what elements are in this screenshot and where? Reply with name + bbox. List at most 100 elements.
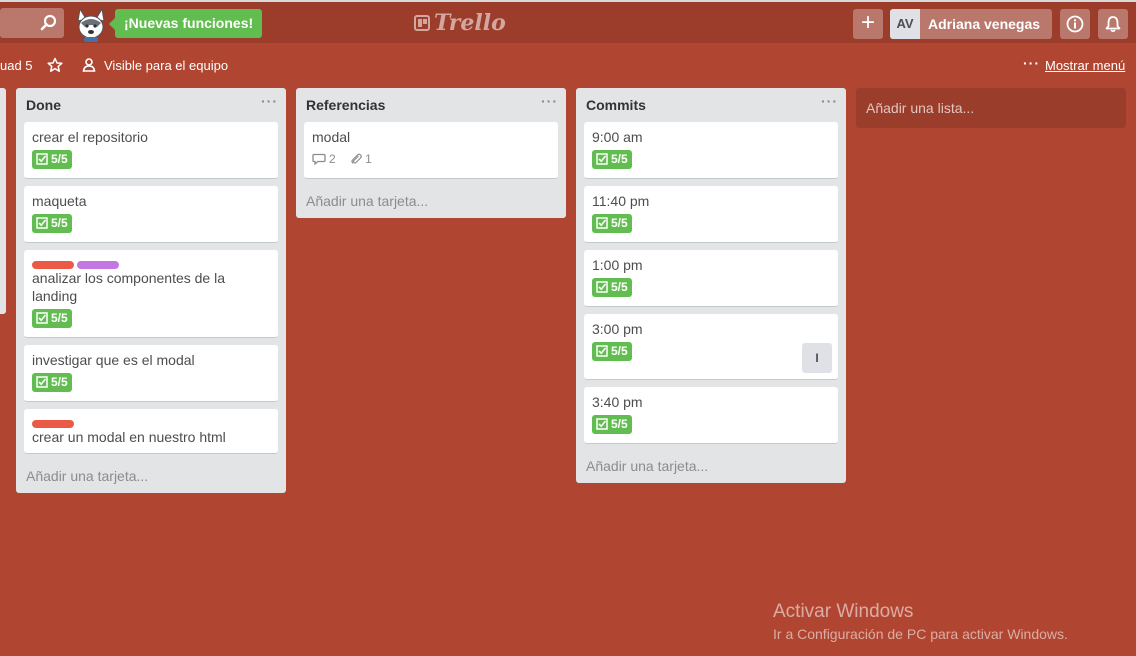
- star-icon[interactable]: [47, 57, 63, 73]
- visibility-label[interactable]: Visible para el equipo: [104, 58, 228, 73]
- checklist-badge: 5/5: [592, 278, 632, 297]
- card-labels: [32, 256, 270, 269]
- card-badges: 5/5: [32, 309, 270, 329]
- partial-list: [0, 88, 6, 314]
- card-badges: 5/5: [592, 214, 830, 234]
- add-card-button[interactable]: Añadir una tarjeta...: [584, 451, 838, 475]
- card-badges: 2 1: [312, 150, 550, 170]
- card-title: crear el repositorio: [32, 129, 148, 145]
- list-done: Done ··· crear el repositorio 5/5 maquet…: [16, 88, 286, 493]
- checklist-badge: 5/5: [592, 214, 632, 233]
- search-input[interactable]: [0, 8, 64, 38]
- bell-icon: [1105, 16, 1121, 33]
- info-icon: [1066, 15, 1084, 33]
- list-header: Done ···: [24, 88, 278, 122]
- husky-mascot-icon[interactable]: [72, 5, 110, 43]
- card-title: 3:40 pm: [592, 394, 643, 410]
- card[interactable]: 3:40 pm 5/5: [584, 387, 838, 444]
- add-button[interactable]: +: [853, 9, 883, 39]
- card[interactable]: 9:00 am 5/5: [584, 122, 838, 179]
- trello-logo-icon: [414, 15, 430, 31]
- card-badges: 5/5: [592, 278, 830, 298]
- card[interactable]: crear un modal en nuestro html: [24, 409, 278, 454]
- plus-icon: +: [860, 9, 875, 36]
- checklist-badge: 5/5: [32, 373, 72, 392]
- comments-count: 2: [329, 152, 336, 166]
- card[interactable]: crear el repositorio 5/5: [24, 122, 278, 179]
- list-commits: Commits ··· 9:00 am 5/5 11:40 pm 5/5 1:0…: [576, 88, 846, 483]
- checklist-badge: 5/5: [32, 214, 72, 233]
- board-header: uad 5 Visible para el equipo ··· Mostrar…: [0, 55, 1136, 77]
- card-title: 3:00 pm: [592, 321, 643, 337]
- checklist-icon: [36, 376, 48, 388]
- windows-activation-watermark: Activar Windows Ir a Configuración de PC…: [773, 600, 1068, 644]
- checklist-count: 5/5: [51, 216, 68, 230]
- card[interactable]: maqueta 5/5: [24, 186, 278, 243]
- attachments-count: 1: [365, 152, 372, 166]
- card-title: 1:00 pm: [592, 257, 643, 273]
- add-card-button[interactable]: Añadir una tarjeta...: [304, 186, 558, 210]
- card-labels: [32, 415, 270, 428]
- list-header: Referencias ···: [304, 88, 558, 122]
- card[interactable]: 3:00 pm 5/5 I: [584, 314, 838, 380]
- checklist-count: 5/5: [51, 152, 68, 166]
- checklist-count: 5/5: [611, 280, 628, 294]
- label-purple[interactable]: [77, 261, 119, 269]
- checklist-icon: [36, 153, 48, 165]
- card[interactable]: 1:00 pm 5/5: [584, 250, 838, 307]
- add-card-button[interactable]: Añadir una tarjeta...: [24, 461, 278, 485]
- checklist-icon: [596, 418, 608, 430]
- show-menu-link[interactable]: Mostrar menú: [1045, 58, 1125, 73]
- card-title: maqueta: [32, 193, 87, 209]
- label-red[interactable]: [32, 261, 74, 269]
- checklist-count: 5/5: [51, 375, 68, 389]
- card[interactable]: analizar los componentes de la landing 5…: [24, 250, 278, 338]
- search-icon[interactable]: [40, 14, 58, 32]
- checklist-badge: 5/5: [592, 150, 632, 169]
- card-badges: 5/5: [592, 342, 830, 362]
- card[interactable]: modal 2 1: [304, 122, 558, 179]
- list-header: Commits ···: [584, 88, 838, 122]
- checklist-badge: 5/5: [592, 415, 632, 434]
- label-red[interactable]: [32, 420, 74, 428]
- list-title[interactable]: Commits: [586, 97, 646, 113]
- card[interactable]: investigar que es el modal 5/5: [24, 345, 278, 402]
- team-visibility-icon[interactable]: [82, 57, 96, 73]
- card-badges: 5/5: [32, 150, 270, 170]
- list-menu-icon[interactable]: ···: [821, 93, 838, 109]
- card-badges: 5/5: [32, 214, 270, 234]
- card-title: 9:00 am: [592, 129, 643, 145]
- card-title: 11:40 pm: [592, 193, 650, 209]
- list-menu-icon[interactable]: ···: [541, 93, 558, 109]
- watermark-title: Activar Windows: [773, 601, 914, 622]
- top-header: ¡Nuevas funciones! Trello + AV Adriana v…: [0, 0, 1136, 43]
- checklist-count: 5/5: [611, 344, 628, 358]
- more-icon[interactable]: ···: [1023, 55, 1040, 71]
- new-features-button[interactable]: ¡Nuevas funciones!: [108, 9, 263, 38]
- user-menu-button[interactable]: AV Adriana venegas: [890, 9, 1052, 39]
- member-avatar[interactable]: I: [802, 343, 832, 373]
- card-badges: 5/5: [592, 415, 830, 435]
- comment-icon: [312, 153, 326, 166]
- logo-text: Trello: [434, 10, 506, 36]
- info-button[interactable]: [1060, 9, 1090, 39]
- card-title: crear un modal en nuestro html: [32, 429, 226, 445]
- checklist-icon: [596, 153, 608, 165]
- notifications-button[interactable]: [1098, 9, 1128, 39]
- checklist-icon: [596, 345, 608, 357]
- user-name: Adriana venegas: [928, 16, 1041, 32]
- add-list-button[interactable]: Añadir una lista...: [856, 88, 1126, 128]
- attachment-icon: [351, 153, 362, 164]
- checklist-count: 5/5: [51, 311, 68, 325]
- card-title: analizar los componentes de la landing: [32, 270, 226, 304]
- list-title[interactable]: Referencias: [306, 97, 385, 113]
- card-title: modal: [312, 129, 351, 145]
- board-name[interactable]: uad 5: [0, 58, 33, 73]
- card-badges: 5/5: [32, 373, 270, 393]
- watermark-subtitle: Ir a Configuración de PC para activar Wi…: [773, 626, 1068, 642]
- list-menu-icon[interactable]: ···: [261, 93, 278, 109]
- list-title[interactable]: Done: [26, 97, 61, 113]
- trello-logo[interactable]: Trello: [414, 10, 506, 36]
- checklist-badge: 5/5: [32, 150, 72, 169]
- card[interactable]: 11:40 pm 5/5: [584, 186, 838, 243]
